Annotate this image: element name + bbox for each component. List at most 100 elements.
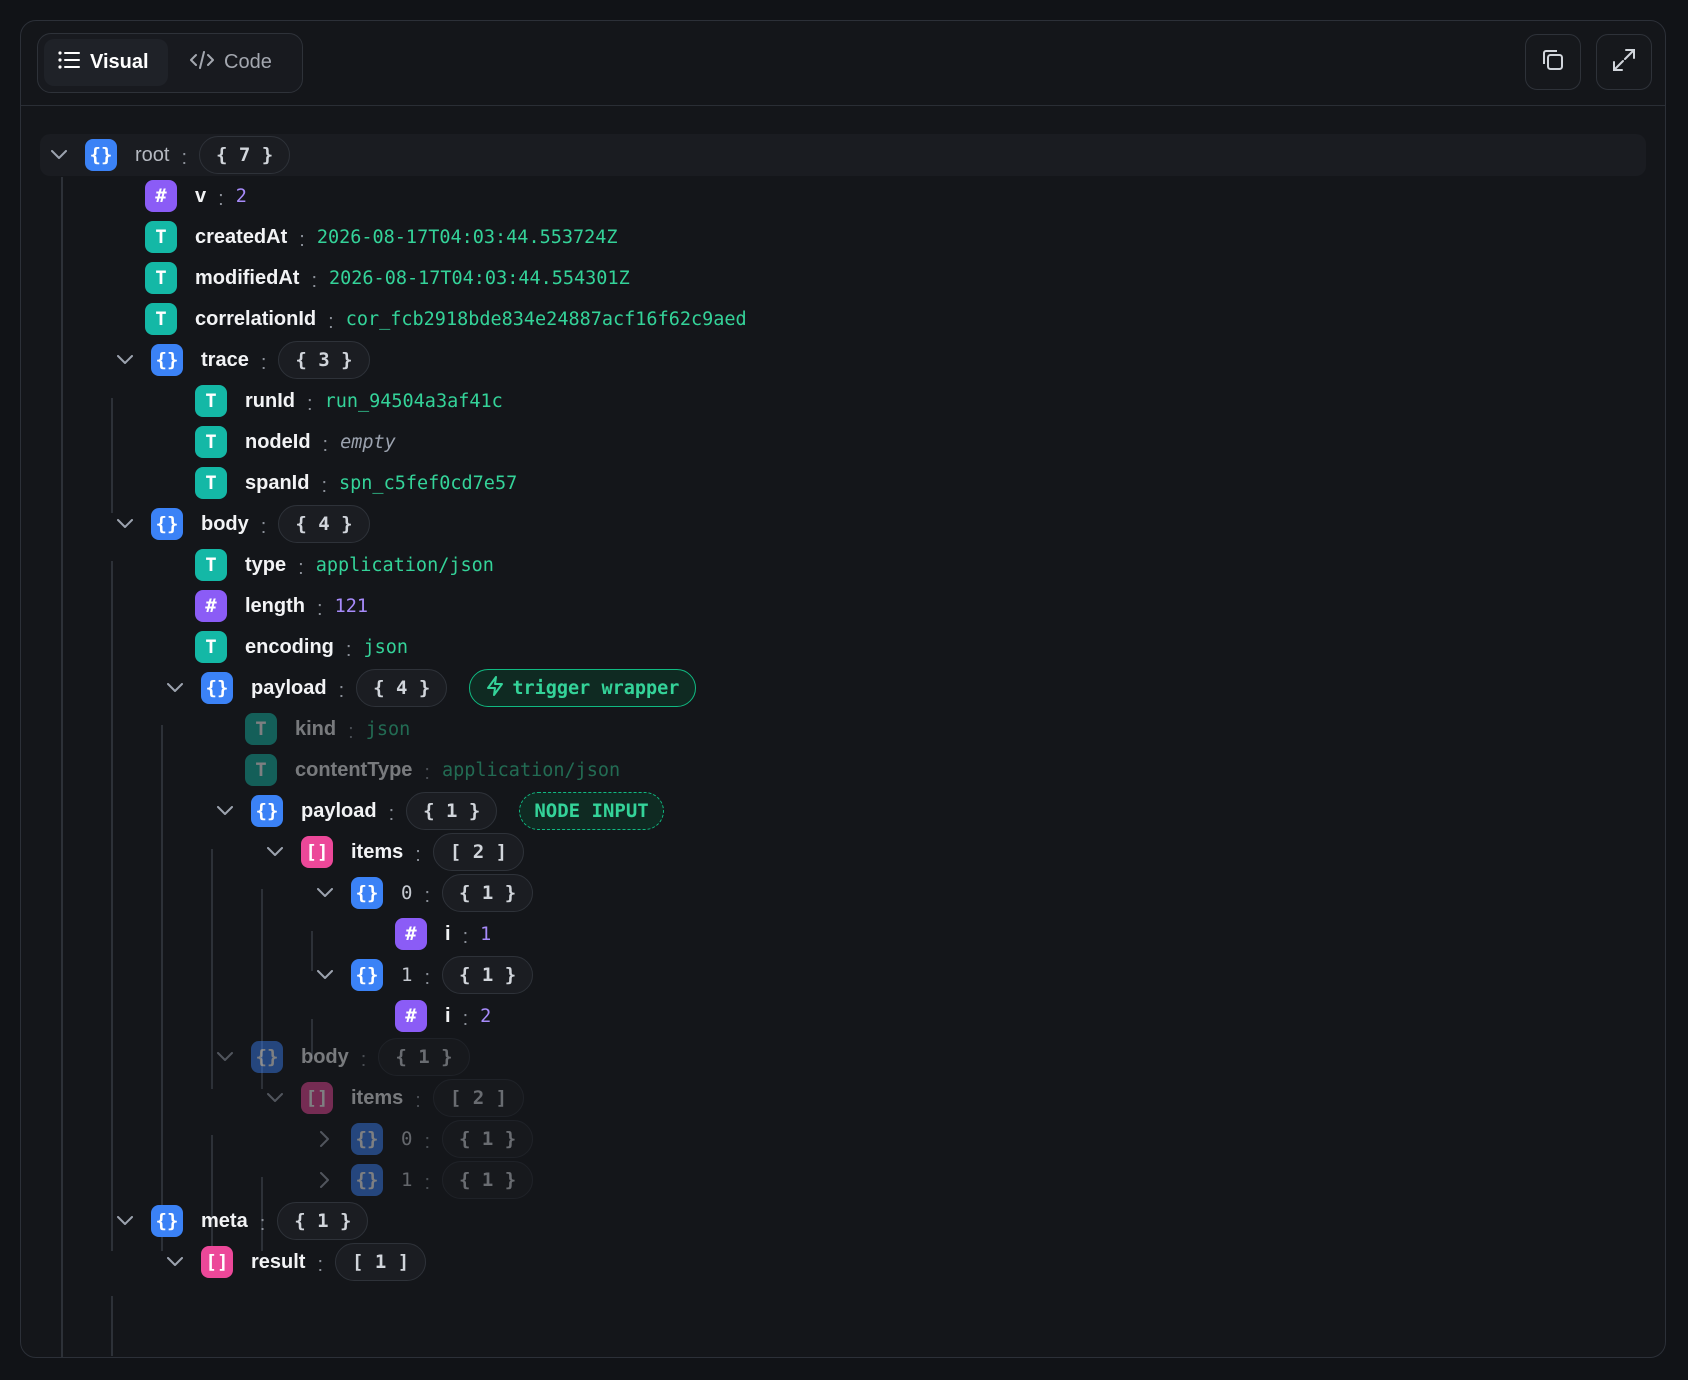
- tree-row-length[interactable]: # length : 121: [195, 584, 368, 628]
- tab-code-label: Code: [224, 51, 272, 73]
- tab-visual[interactable]: Visual: [44, 39, 168, 86]
- tree-row-item-0[interactable]: {} 0 : { 1 }: [313, 871, 534, 915]
- tree-row-encoding[interactable]: T encoding : json: [195, 625, 408, 669]
- node-key: length: [245, 594, 305, 617]
- tree-row-v[interactable]: # v : 2: [145, 174, 247, 218]
- string-icon: T: [245, 713, 277, 745]
- node-key: items: [351, 1086, 404, 1109]
- tree-row-body-items[interactable]: [] items : [ 2 ]: [263, 1076, 525, 1120]
- chevron-down-icon[interactable]: [213, 799, 237, 823]
- node-key: nodeId: [245, 430, 311, 453]
- array-icon: []: [201, 1246, 233, 1278]
- tree-row-trace[interactable]: {} trace : { 3 }: [113, 338, 370, 382]
- tree-row-item-1[interactable]: {} 1 : { 1 }: [313, 953, 534, 997]
- tree-row-meta[interactable]: {} meta : { 1 }: [113, 1199, 369, 1243]
- colon: :: [462, 925, 469, 948]
- view-mode-toggle: Visual Code: [37, 33, 303, 93]
- child-count-badge: { 1 }: [442, 874, 534, 912]
- chevron-down-icon[interactable]: [213, 1045, 237, 1069]
- tree-guide: [161, 725, 163, 1251]
- node-value: json: [363, 636, 409, 658]
- node-key: contentType: [295, 758, 413, 781]
- colon: :: [360, 1048, 367, 1071]
- number-icon: #: [145, 180, 177, 212]
- node-key: 0: [401, 1128, 413, 1150]
- chevron-down-icon[interactable]: [263, 840, 287, 864]
- chevron-down-icon[interactable]: [113, 1209, 137, 1233]
- tree-row-items[interactable]: [] items : [ 2 ]: [263, 830, 525, 874]
- string-icon: T: [195, 467, 227, 499]
- tree-row-modifiedAt[interactable]: T modifiedAt : 2026-08-17T04:03:44.55430…: [145, 256, 630, 300]
- chevron-down-icon[interactable]: [47, 143, 71, 167]
- node-value: application/json: [315, 554, 494, 576]
- toolbar: Visual Code: [21, 21, 1665, 106]
- colon: :: [322, 433, 329, 456]
- tree-row-type[interactable]: T type : application/json: [195, 543, 494, 587]
- tree-row-body-item-0[interactable]: {} 0 : { 1 }: [313, 1117, 534, 1161]
- chevron-down-icon[interactable]: [313, 881, 337, 905]
- tree-guide: [111, 561, 113, 1251]
- colon: :: [424, 884, 431, 907]
- tree-row-body[interactable]: {} body : { 4 }: [113, 502, 370, 546]
- node-key: spanId: [245, 471, 310, 494]
- colon: :: [298, 556, 304, 579]
- tree-row-createdAt[interactable]: T createdAt : 2026-08-17T04:03:44.553724…: [145, 215, 618, 259]
- node-key: kind: [295, 717, 337, 740]
- chevron-down-icon[interactable]: [313, 963, 337, 987]
- tree-row-payload[interactable]: {} payload : { 4 } trigger wrapper: [163, 666, 697, 710]
- chevron-right-icon[interactable]: [313, 1168, 337, 1192]
- colon: :: [424, 761, 430, 784]
- child-count-badge: [ 2 ]: [432, 1079, 525, 1117]
- colon: :: [345, 638, 352, 661]
- tree-row-body-item-1[interactable]: {} 1 : { 1 }: [313, 1158, 534, 1202]
- copy-icon: [1540, 47, 1566, 78]
- object-icon: {}: [251, 1041, 283, 1073]
- colon: :: [259, 1212, 266, 1235]
- node-value: 2: [480, 1005, 492, 1027]
- trigger-wrapper-label: trigger wrapper: [512, 677, 680, 699]
- chevron-down-icon[interactable]: [163, 1250, 187, 1274]
- child-count-badge: { 1 }: [406, 792, 498, 830]
- tree-row-payload-inner[interactable]: {} payload : { 1 } NODE INPUT: [213, 789, 664, 833]
- node-value: 2026-08-17T04:03:44.553724Z: [316, 226, 618, 248]
- child-count-badge: { 1 }: [378, 1038, 470, 1076]
- tree-row-result[interactable]: [] result : [ 1 ]: [163, 1240, 427, 1284]
- code-icon: [190, 50, 214, 75]
- tree-row-kind[interactable]: T kind : json: [245, 707, 410, 751]
- tree-row-root[interactable]: {} root : { 7 }: [47, 133, 291, 177]
- tree-row-nodeId[interactable]: T nodeId : empty: [195, 420, 396, 464]
- chevron-down-icon[interactable]: [163, 676, 187, 700]
- node-value: run_94504a3af41c: [324, 390, 503, 412]
- tree-row-contentType[interactable]: T contentType : application/json: [245, 748, 620, 792]
- string-icon: T: [195, 631, 227, 663]
- chevron-down-icon[interactable]: [263, 1086, 287, 1110]
- object-icon: {}: [251, 795, 283, 827]
- chevron-down-icon[interactable]: [113, 512, 137, 536]
- string-icon: T: [145, 303, 177, 335]
- tree-row-item-1-i[interactable]: # i : 2: [395, 994, 491, 1038]
- node-value: spn_c5fef0cd7e57: [339, 472, 518, 494]
- object-icon: {}: [151, 344, 183, 376]
- tree-row-correlationId[interactable]: T correlationId : cor_fcb2918bde834e2488…: [145, 297, 747, 341]
- string-icon: T: [145, 262, 177, 294]
- copy-button[interactable]: [1525, 34, 1581, 90]
- tree-row-body-inner[interactable]: {} body : { 1 }: [213, 1035, 470, 1079]
- node-key: items: [351, 840, 404, 863]
- tree-row-spanId[interactable]: T spanId : spn_c5fef0cd7e57: [195, 461, 517, 505]
- child-count-badge: { 1 }: [442, 1120, 534, 1158]
- node-value: json: [365, 718, 411, 740]
- trigger-wrapper-badge: trigger wrapper: [469, 669, 697, 707]
- tree-guide: [61, 177, 63, 1357]
- tree-row-item-0-i[interactable]: # i : 1: [395, 912, 491, 956]
- string-icon: T: [245, 754, 277, 786]
- chevron-down-icon[interactable]: [113, 348, 137, 372]
- tab-code[interactable]: Code: [176, 39, 296, 86]
- colon: :: [260, 351, 267, 374]
- expand-button[interactable]: [1596, 34, 1652, 90]
- tree-row-runId[interactable]: T runId : run_94504a3af41c: [195, 379, 503, 423]
- child-count-badge: [ 1 ]: [335, 1243, 427, 1281]
- node-key: body: [301, 1045, 349, 1068]
- chevron-right-icon[interactable]: [313, 1127, 337, 1151]
- colon: :: [348, 720, 354, 743]
- json-viewer-panel: Visual Code {} root: {7} # v: 2 T cr…: [20, 20, 1666, 1358]
